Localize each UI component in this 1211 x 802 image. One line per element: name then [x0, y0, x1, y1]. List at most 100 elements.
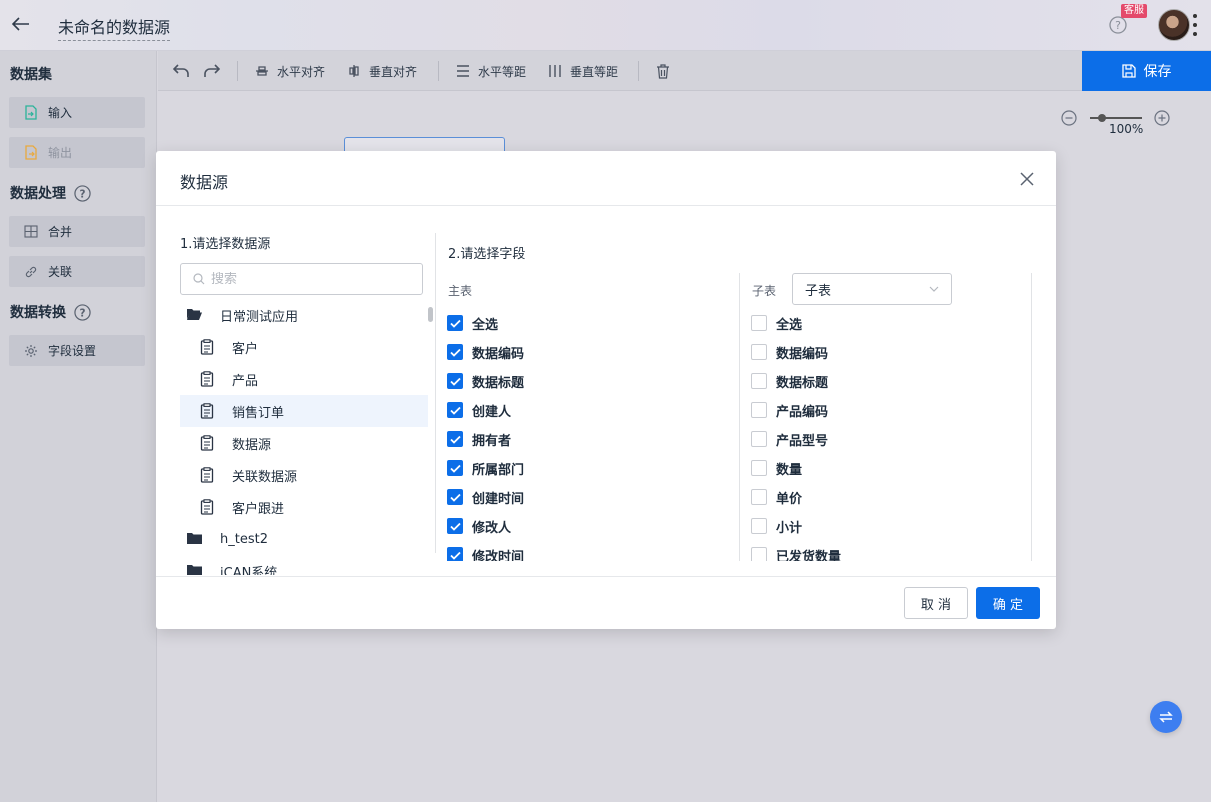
tree-item-label: 日常测试应用	[220, 309, 299, 325]
back-arrow-icon[interactable]	[10, 13, 32, 35]
undo-button[interactable]	[173, 51, 189, 91]
delete-button[interactable]	[656, 51, 670, 91]
field-checkbox-item[interactable]: 产品编码	[751, 400, 828, 420]
tree-item[interactable]: 产品	[180, 363, 428, 395]
field-checkbox-item[interactable]: 创建人	[447, 400, 511, 420]
checkbox-checked[interactable]	[447, 402, 463, 418]
output-node-button[interactable]: 输出	[9, 137, 145, 168]
checkbox-checked[interactable]	[447, 489, 463, 505]
checkbox-checked[interactable]	[447, 518, 463, 534]
field-settings-label: 字段设置	[48, 344, 97, 358]
close-icon[interactable]	[1018, 170, 1036, 188]
dialog-title: 数据源	[180, 173, 229, 192]
field-checkbox-item[interactable]: 所属部门	[447, 458, 524, 478]
field-checkbox-item[interactable]: 数据标题	[447, 371, 524, 391]
transform-help-icon[interactable]: ?	[74, 303, 91, 321]
checkbox[interactable]	[751, 344, 767, 360]
more-menu-icon[interactable]	[1192, 14, 1198, 36]
dialog-footer-divider	[156, 576, 1056, 577]
field-checkbox-item[interactable]: 单价	[751, 487, 802, 507]
output-label: 输出	[48, 146, 73, 160]
field-checkbox-item[interactable]: 数据标题	[751, 371, 828, 391]
field-checkbox-item[interactable]: 产品型号	[751, 429, 828, 449]
search-input[interactable]	[211, 271, 411, 287]
tree-item[interactable]: 客户跟进	[180, 491, 428, 523]
tree-item[interactable]: 关联数据源	[180, 459, 428, 491]
confirm-button[interactable]: 确 定	[976, 587, 1040, 619]
field-settings-button[interactable]: 字段设置	[9, 335, 145, 366]
tree-item[interactable]: 数据源	[180, 427, 428, 459]
field-checkbox-item[interactable]: 数据编码	[447, 342, 524, 362]
field-label: 创建时间	[472, 491, 525, 507]
tree-item[interactable]: iCAN系统	[180, 555, 428, 575]
section-dataset-title: 数据集	[10, 64, 52, 84]
svg-text:?: ?	[1115, 19, 1121, 32]
input-label: 输入	[48, 106, 73, 120]
v-align-button[interactable]: 垂直对齐	[347, 51, 417, 91]
tree-item[interactable]: 客户	[180, 331, 428, 363]
tree-scrollbar[interactable]	[428, 307, 433, 322]
sub-table-select-value: 子表	[805, 283, 832, 299]
checkbox[interactable]	[751, 518, 767, 534]
checkbox[interactable]	[751, 489, 767, 505]
processing-help-icon[interactable]: ?	[74, 184, 91, 202]
checkbox[interactable]	[751, 315, 767, 331]
checkbox[interactable]	[751, 373, 767, 389]
relate-node-button[interactable]: 关联	[9, 256, 145, 287]
checkbox-checked[interactable]	[447, 460, 463, 476]
field-checkbox-item[interactable]: 数据编码	[751, 342, 828, 362]
field-label: 数据标题	[776, 375, 829, 391]
checkbox-checked[interactable]	[447, 547, 463, 561]
input-node-button[interactable]: 输入	[9, 97, 145, 128]
field-checkbox-item[interactable]: 拥有者	[447, 429, 511, 449]
form-icon	[200, 403, 214, 419]
tree-item[interactable]: 日常测试应用	[180, 299, 428, 331]
cancel-button[interactable]: 取 消	[904, 587, 968, 619]
v-distribute-button[interactable]: 垂直等距	[548, 51, 618, 91]
checkbox[interactable]	[751, 402, 767, 418]
field-checkbox-item[interactable]: 修改人	[447, 516, 511, 536]
field-checkbox-item[interactable]: 小计	[751, 516, 802, 536]
checkbox[interactable]	[751, 547, 767, 561]
checkbox[interactable]	[751, 460, 767, 476]
page-title[interactable]: 未命名的数据源	[58, 14, 171, 41]
field-checkbox-item[interactable]: 全选	[447, 313, 498, 333]
checkbox-checked[interactable]	[447, 315, 463, 331]
zoom-slider-handle[interactable]	[1098, 114, 1106, 122]
checkmark-icon	[449, 464, 461, 473]
field-checkbox-item[interactable]: 数量	[751, 458, 802, 478]
sub-table-select[interactable]: 子表	[792, 273, 952, 305]
checkbox[interactable]	[751, 431, 767, 447]
zoom-in-icon[interactable]	[1154, 110, 1170, 126]
checkbox-checked[interactable]	[447, 431, 463, 447]
merge-icon	[24, 225, 38, 238]
field-checkbox-item[interactable]: 已发货数量	[751, 545, 841, 561]
save-button[interactable]: 保存	[1082, 51, 1211, 91]
zoom-out-icon[interactable]	[1061, 110, 1077, 126]
service-badge[interactable]: 客服	[1121, 4, 1147, 18]
output-icon	[25, 145, 37, 160]
field-checkbox-item[interactable]: 创建时间	[447, 487, 524, 507]
swap-float-button[interactable]	[1150, 701, 1182, 733]
relate-label: 关联	[48, 265, 73, 279]
h-distribute-button[interactable]: 水平等距	[456, 51, 526, 91]
checkmark-icon	[449, 522, 461, 531]
checkmark-icon	[449, 348, 461, 357]
tree-item[interactable]: h_test2	[180, 523, 428, 555]
field-label: 数据编码	[776, 346, 829, 362]
field-checkbox-item[interactable]: 全选	[751, 313, 802, 333]
h-align-button[interactable]: 水平对齐	[255, 51, 325, 91]
tree-item[interactable]: 销售订单	[180, 395, 428, 427]
checkbox-checked[interactable]	[447, 344, 463, 360]
field-checkbox-item[interactable]: 修改时间	[447, 545, 524, 561]
help-icon[interactable]: ?	[1109, 16, 1127, 34]
h-distribute-label: 水平等距	[478, 64, 527, 79]
checkbox-checked[interactable]	[447, 373, 463, 389]
redo-button[interactable]	[204, 51, 220, 91]
search-box[interactable]	[180, 263, 423, 295]
column-divider	[435, 233, 436, 553]
merge-node-button[interactable]: 合并	[9, 216, 145, 247]
tree-item-label: iCAN系统	[220, 565, 278, 576]
main-field-list: 全选数据编码数据标题创建人拥有者所属部门创建时间修改人修改时间	[447, 313, 727, 561]
avatar[interactable]	[1158, 9, 1190, 41]
